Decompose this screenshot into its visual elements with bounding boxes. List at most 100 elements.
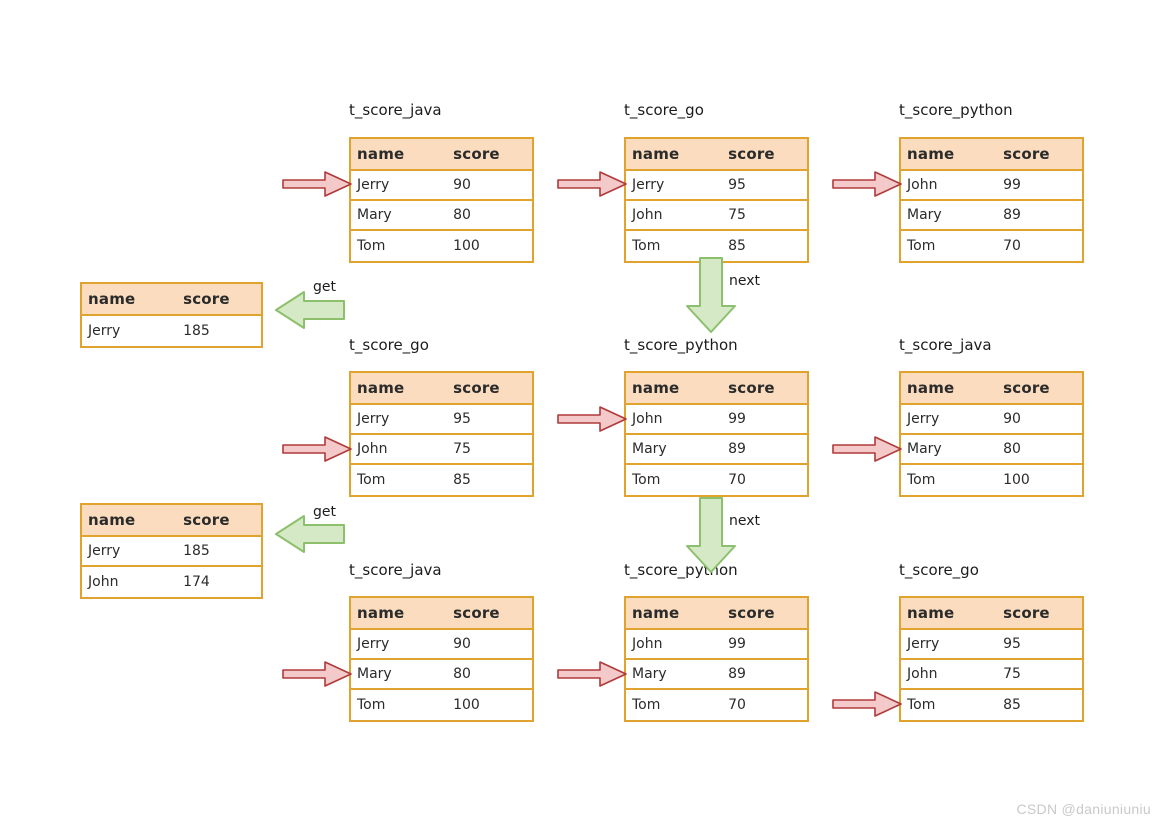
- table-r1c3: name score John 99 Mary 89 Tom 70: [899, 137, 1084, 263]
- table-header-row: name score: [901, 373, 1082, 405]
- table-row: Jerry 185: [82, 537, 261, 567]
- pointer-arrow-right-icon: [831, 689, 903, 719]
- table-row: John 75: [351, 435, 532, 465]
- table-header-row: name score: [82, 284, 261, 316]
- cell-score: 99: [728, 636, 746, 652]
- pointer-arrow-right-icon: [556, 404, 628, 434]
- column-header-name: name: [88, 511, 136, 529]
- cell-name: Jerry: [632, 177, 665, 193]
- cell-score: 89: [728, 441, 746, 457]
- cell-score: 80: [453, 207, 471, 223]
- cell-name: Tom: [632, 697, 661, 713]
- table-row: Jerry 95: [901, 630, 1082, 660]
- table-row: Tom 100: [901, 465, 1082, 495]
- table-title-r1c2: t_score_go: [624, 101, 704, 119]
- table-header-row: name score: [351, 373, 532, 405]
- cell-score: 75: [728, 207, 746, 223]
- cell-name: Mary: [632, 441, 667, 457]
- pointer-arrow-right-icon: [281, 659, 353, 689]
- table-row: Jerry 95: [351, 405, 532, 435]
- table-r2c2: name score John 99 Mary 89 Tom 70: [624, 371, 809, 497]
- cell-score: 70: [728, 697, 746, 713]
- pointer-arrow-right-icon: [556, 659, 628, 689]
- table-row: Jerry 90: [351, 171, 532, 201]
- next-arrow-down-icon: [684, 496, 738, 574]
- column-header-score: score: [728, 604, 775, 622]
- cell-score: 95: [728, 177, 746, 193]
- cell-score: 85: [728, 238, 746, 254]
- table-header-row: name score: [351, 139, 532, 171]
- cell-name: Tom: [357, 472, 386, 488]
- cell-score: 89: [728, 666, 746, 682]
- next-arrow-label: next: [729, 513, 761, 529]
- pointer-arrow-right-icon: [281, 434, 353, 464]
- column-header-score: score: [453, 604, 500, 622]
- column-header-score: score: [1003, 379, 1050, 397]
- cell-score: 174: [183, 574, 210, 590]
- pointer-arrow-right-icon: [281, 169, 353, 199]
- cell-name: John: [357, 441, 388, 457]
- table-title-r2c3: t_score_java: [899, 336, 992, 354]
- result-table-1: name score Jerry 185: [80, 282, 263, 348]
- cell-name: Jerry: [357, 177, 390, 193]
- cell-name: John: [632, 636, 663, 652]
- table-row: Tom 70: [626, 690, 807, 720]
- cell-score: 90: [1003, 411, 1021, 427]
- column-header-name: name: [907, 379, 955, 397]
- table-header-row: name score: [351, 598, 532, 630]
- cell-name: Mary: [907, 207, 942, 223]
- table-row: Mary 89: [626, 435, 807, 465]
- cell-score: 89: [1003, 207, 1021, 223]
- cell-score: 185: [183, 323, 210, 339]
- table-row: Tom 100: [351, 231, 532, 261]
- table-title-r3c1: t_score_java: [349, 561, 442, 579]
- table-row: Tom 85: [901, 690, 1082, 720]
- table-header-row: name score: [901, 598, 1082, 630]
- column-header-score: score: [453, 379, 500, 397]
- cell-score: 70: [1003, 238, 1021, 254]
- column-header-score: score: [453, 145, 500, 163]
- table-row: Mary 89: [626, 660, 807, 690]
- table-row: Mary 80: [351, 660, 532, 690]
- pointer-arrow-right-icon: [556, 169, 628, 199]
- cell-score: 85: [453, 472, 471, 488]
- column-header-score: score: [728, 145, 775, 163]
- cell-name: Mary: [357, 207, 392, 223]
- table-row: Jerry 90: [351, 630, 532, 660]
- get-arrow-label: get: [313, 279, 336, 295]
- table-r3c1: name score Jerry 90 Mary 80 Tom 100: [349, 596, 534, 722]
- diagram-canvas: t_score_java name score Jerry 90 Mary 80…: [0, 0, 1169, 827]
- cell-name: John: [88, 574, 119, 590]
- table-r2c1: name score Jerry 95 John 75 Tom 85: [349, 371, 534, 497]
- table-row: Tom 100: [351, 690, 532, 720]
- cell-name: John: [632, 411, 663, 427]
- table-r3c2: name score John 99 Mary 89 Tom 70: [624, 596, 809, 722]
- column-header-name: name: [632, 145, 680, 163]
- column-header-name: name: [88, 290, 136, 308]
- table-row: John 99: [626, 630, 807, 660]
- column-header-name: name: [632, 604, 680, 622]
- column-header-name: name: [357, 145, 405, 163]
- table-title-r2c1: t_score_go: [349, 336, 429, 354]
- cell-name: John: [907, 177, 938, 193]
- cell-score: 100: [453, 238, 480, 254]
- column-header-score: score: [183, 290, 230, 308]
- cell-name: Jerry: [357, 636, 390, 652]
- cell-name: Jerry: [88, 543, 121, 559]
- watermark: CSDN @daniuniuniu: [1016, 801, 1151, 817]
- get-arrow-label: get: [313, 504, 336, 520]
- table-row: Mary 89: [901, 201, 1082, 231]
- table-row: John 75: [901, 660, 1082, 690]
- table-row: John 174: [82, 567, 261, 597]
- cell-name: Mary: [632, 666, 667, 682]
- cell-name: John: [632, 207, 663, 223]
- column-header-name: name: [357, 379, 405, 397]
- table-title-r1c1: t_score_java: [349, 101, 442, 119]
- result-table-2: name score Jerry 185 John 174: [80, 503, 263, 599]
- table-row: Tom 70: [901, 231, 1082, 261]
- column-header-name: name: [907, 604, 955, 622]
- cell-score: 185: [183, 543, 210, 559]
- pointer-arrow-right-icon: [831, 434, 903, 464]
- table-header-row: name score: [626, 139, 807, 171]
- table-row: Tom 70: [626, 465, 807, 495]
